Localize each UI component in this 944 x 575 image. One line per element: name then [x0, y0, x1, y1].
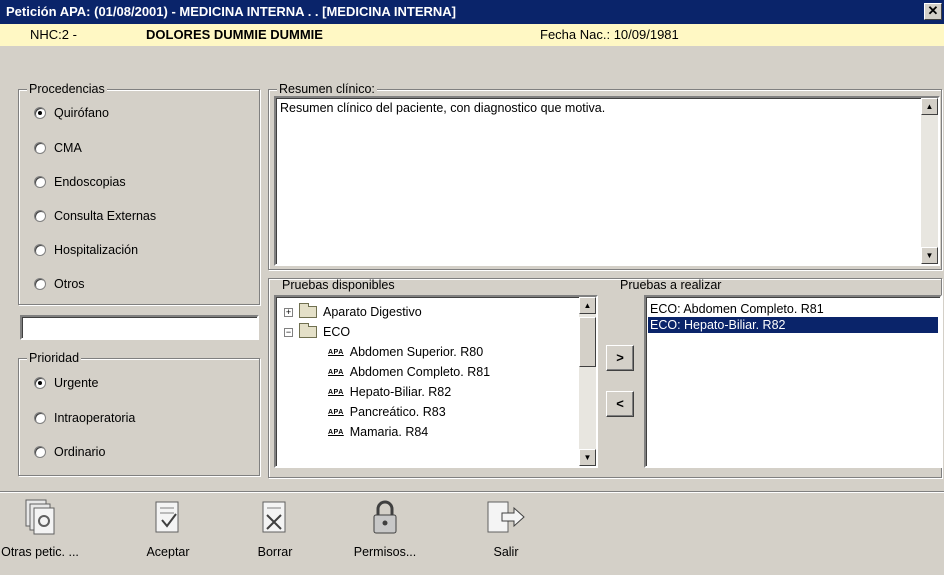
folder-icon — [299, 323, 317, 338]
borrar-label: Borrar — [257, 545, 293, 559]
title-bar[interactable]: Petición APA: (01/08/2001) - MEDICINA IN… — [0, 0, 944, 24]
resumen-text: Resumen clínico del paciente, con diagno… — [280, 101, 606, 115]
window-title: Petición APA: (01/08/2001) - MEDICINA IN… — [6, 4, 456, 19]
radio-button-icon[interactable] — [34, 210, 46, 222]
disponibles-tree[interactable]: + Aparato Digestivo − ECO APA Abdomen Superio… — [274, 295, 598, 468]
procedencia-option-consulta-externas[interactable]: Consulta Externas — [34, 207, 156, 225]
apa-test-icon: APA — [328, 388, 344, 396]
tree-node-label: Aparato Digestivo — [323, 305, 422, 319]
otras-peticiones-label: Otras petic. ... — [1, 545, 79, 559]
tree-node-label: Mamaria. R84 — [349, 425, 429, 439]
exit-door-icon — [487, 501, 525, 533]
tree-folder-aparato-digestivo[interactable]: + Aparato Digestivo — [284, 302, 422, 322]
realizar-list[interactable]: ECO: Abdomen Completo. R81 ECO: Hepato-Bi… — [644, 295, 942, 468]
patient-info-bar: NHC:2 - DOLORES DUMMIE DUMMIE Fecha Nac.… — [0, 24, 944, 46]
permisos-label: Permisos... — [353, 545, 417, 559]
procedencia-option-label: Otros — [54, 277, 85, 291]
accept-document-icon — [155, 501, 179, 533]
tree-item-abdomen-superior-r80[interactable]: APA Abdomen Superior. R80 — [328, 342, 483, 362]
prioridad-option-label: Intraoperatoria — [54, 411, 136, 425]
apa-test-icon: APA — [328, 408, 344, 416]
tree-node-label: Pancreático. R83 — [349, 405, 446, 419]
procedencia-option-cma[interactable]: CMA — [34, 139, 82, 157]
realizar-list-item[interactable]: ECO: Abdomen Completo. R81 — [648, 301, 824, 317]
permisos-button[interactable]: Permisos... — [340, 498, 430, 559]
procedencias-label: Procedencias — [27, 82, 107, 96]
procedencia-option-label: CMA — [54, 141, 82, 155]
tree-folder-eco[interactable]: − ECO — [284, 322, 350, 342]
patient-nhc: NHC:2 - — [30, 27, 77, 42]
prioridad-option-label: Urgente — [54, 376, 99, 390]
procedencia-option-otros[interactable]: Otros — [34, 275, 85, 293]
disponibles-label: Pruebas disponibles — [282, 278, 395, 292]
tree-scroll-thumb[interactable] — [579, 317, 596, 367]
tree-item-hepato-biliar-r82[interactable]: APA Hepato-Biliar. R82 — [328, 382, 451, 402]
patient-birth-date: Fecha Nac.: 10/09/1981 — [540, 27, 679, 42]
tree-scroll-down-icon[interactable]: ▼ — [579, 449, 596, 466]
procedencia-option-quirofano[interactable]: Quirófano — [34, 104, 109, 122]
apa-test-icon: APA — [328, 368, 344, 376]
expand-icon[interactable]: + — [284, 307, 293, 317]
tree-item-abdomen-completo-r81[interactable]: APA Abdomen Completo. R81 — [328, 362, 490, 382]
procedencia-option-label: Consulta Externas — [54, 209, 157, 223]
procedencia-option-endoscopias[interactable]: Endoscopias — [34, 173, 126, 191]
realizar-list-item[interactable]: ECO: Hepato-Biliar. R82 — [648, 317, 938, 333]
collapse-icon[interactable]: − — [284, 327, 293, 337]
delete-document-icon — [262, 501, 286, 533]
radio-button-icon[interactable] — [34, 142, 46, 154]
otras-peticiones-button[interactable]: Otras petic. ... — [0, 498, 80, 559]
radio-button-icon[interactable] — [34, 244, 46, 256]
peticion-apa-window: Petición APA: (01/08/2001) - MEDICINA IN… — [0, 0, 944, 575]
prioridad-option-label: Ordinario — [54, 445, 106, 459]
tree-node-label: Abdomen Completo. R81 — [349, 365, 491, 379]
remove-prueba-button[interactable]: < — [606, 391, 634, 417]
tree-node-label: Abdomen Superior. R80 — [349, 345, 484, 359]
close-button[interactable]: ✕ — [924, 3, 942, 20]
radio-button-icon[interactable] — [34, 377, 46, 389]
procedencia-option-label: Quirófano — [54, 106, 109, 120]
borrar-button[interactable]: Borrar — [240, 498, 310, 559]
apa-test-icon: APA — [328, 348, 344, 356]
procedencia-option-label: Hospitalización — [54, 243, 139, 257]
lock-icon — [373, 500, 397, 534]
folder-icon — [299, 303, 317, 318]
tree-item-mamaria-r84[interactable]: APA Mamaria. R84 — [328, 422, 428, 442]
toolbar-separator — [0, 491, 944, 493]
aceptar-label: Aceptar — [146, 545, 190, 559]
prioridad-option-intraoperatoria[interactable]: Intraoperatoria — [34, 409, 135, 427]
procedencia-option-hospitalizacion[interactable]: Hospitalización — [34, 241, 138, 259]
radio-button-icon[interactable] — [34, 446, 46, 458]
tree-scrollbar[interactable]: ▲ ▼ — [579, 297, 596, 466]
patient-name: DOLORES DUMMIE DUMMIE — [146, 27, 323, 42]
resumen-textarea[interactable]: Resumen clínico del paciente, con diagno… — [274, 96, 940, 266]
radio-button-icon[interactable] — [34, 107, 46, 119]
documents-icon — [25, 499, 55, 535]
apa-test-icon: APA — [328, 428, 344, 436]
radio-button-icon[interactable] — [34, 176, 46, 188]
radio-button-icon[interactable] — [34, 412, 46, 424]
prioridad-label: Prioridad — [27, 351, 82, 365]
procedencia-option-label: Endoscopias — [54, 175, 126, 189]
tree-node-label: ECO — [323, 325, 351, 339]
tree-item-pancreatico-r83[interactable]: APA Pancreático. R83 — [328, 402, 446, 422]
realizar-label: Pruebas a realizar — [620, 278, 722, 292]
add-prueba-button[interactable]: > — [606, 345, 634, 371]
scroll-up-icon[interactable]: ▲ — [921, 98, 938, 115]
resumen-label: Resumen clínico: — [277, 82, 377, 96]
otros-input[interactable] — [20, 315, 259, 340]
resumen-scrollbar[interactable]: ▲ ▼ — [921, 98, 938, 264]
prioridad-option-ordinario[interactable]: Ordinario — [34, 443, 105, 461]
tree-scroll-up-icon[interactable]: ▲ — [579, 297, 596, 314]
radio-button-icon[interactable] — [34, 278, 46, 290]
salir-label: Salir — [493, 545, 519, 559]
salir-button[interactable]: Salir — [466, 498, 546, 559]
aceptar-button[interactable]: Aceptar — [128, 498, 208, 559]
tree-node-label: Hepato-Biliar. R82 — [349, 385, 452, 399]
scroll-down-icon[interactable]: ▼ — [921, 247, 938, 264]
prioridad-option-urgente[interactable]: Urgente — [34, 374, 98, 392]
